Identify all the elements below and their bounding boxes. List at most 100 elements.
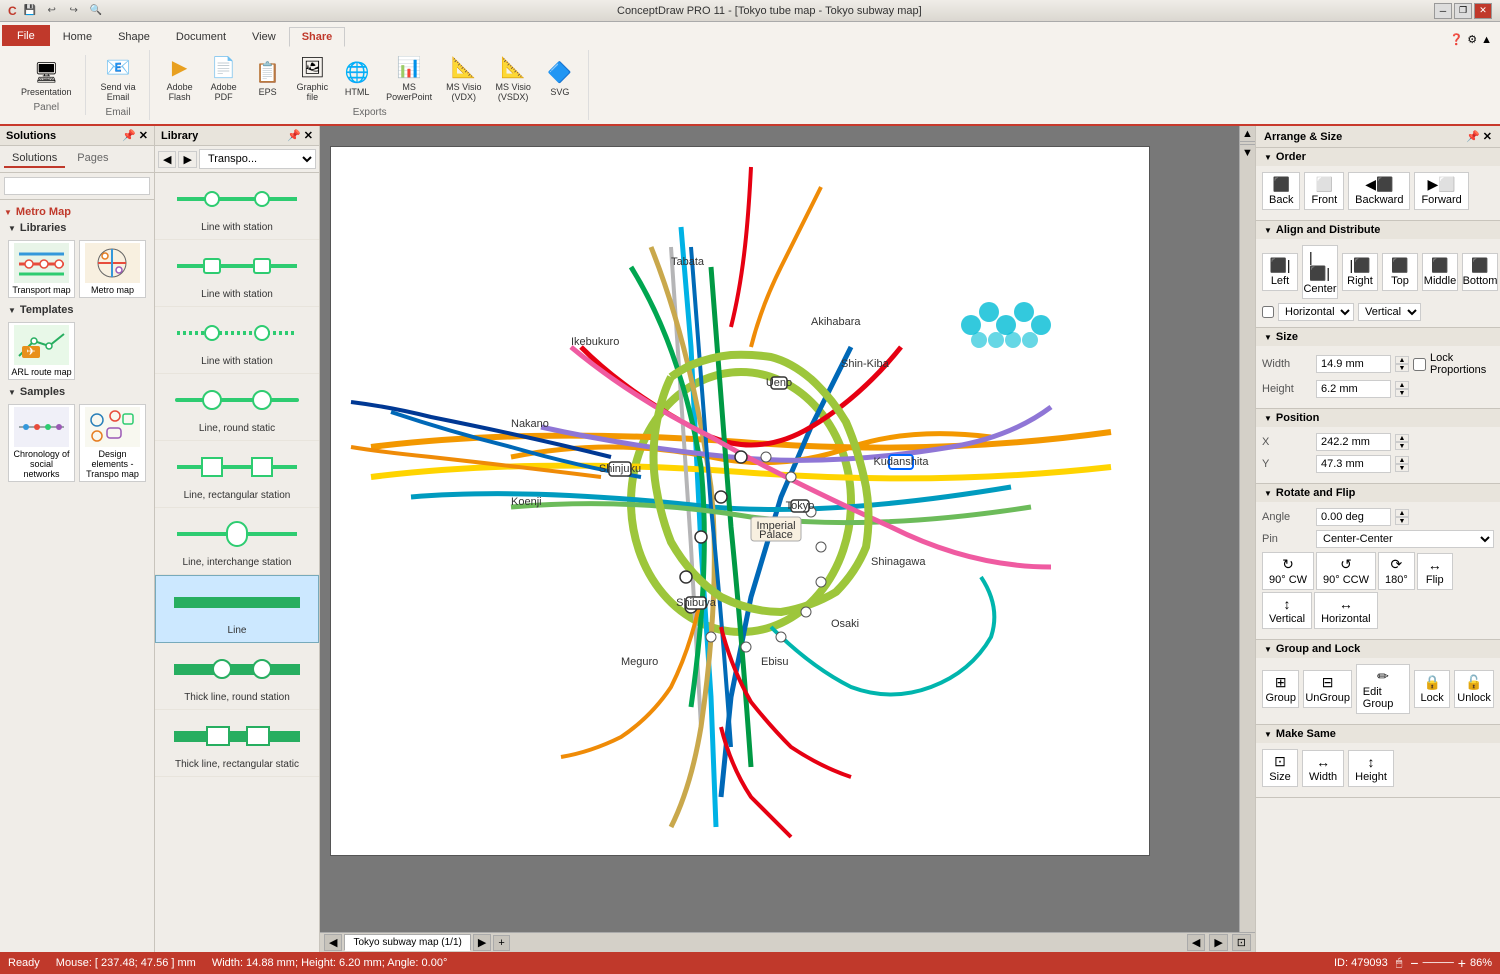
back-button[interactable]: ⬛ Back bbox=[1262, 172, 1300, 210]
width-decrement[interactable]: ▼ bbox=[1395, 364, 1409, 372]
align-left-button[interactable]: ⬛| Left bbox=[1262, 253, 1298, 291]
quick-search[interactable]: 🔍 bbox=[87, 2, 105, 20]
lib-back-button[interactable]: ◀ bbox=[158, 151, 176, 168]
eps-button[interactable]: 📋 EPS bbox=[248, 57, 288, 100]
width-increment[interactable]: ▲ bbox=[1395, 356, 1409, 364]
angle-increment[interactable]: ▲ bbox=[1395, 509, 1409, 517]
height-decrement[interactable]: ▼ bbox=[1395, 389, 1409, 397]
arrange-close-icon[interactable]: ✕ bbox=[1483, 131, 1492, 143]
libraries-subsection[interactable]: Libraries bbox=[4, 220, 150, 236]
front-button[interactable]: ⬜ Front bbox=[1304, 172, 1344, 210]
html-button[interactable]: 🌐 HTML bbox=[337, 57, 377, 100]
solutions-close-icon[interactable]: ✕ bbox=[139, 129, 148, 142]
flip-vertical-button[interactable]: ↕ Vertical bbox=[1262, 592, 1312, 629]
lib-item-line[interactable]: Line bbox=[155, 575, 319, 643]
rotate-90ccw-button[interactable]: ↺ 90° CCW bbox=[1316, 552, 1376, 590]
backward-button[interactable]: ◀⬛ Backward bbox=[1348, 172, 1410, 210]
align-center-button[interactable]: |⬛| Center bbox=[1302, 245, 1338, 299]
lib-item-line-station-1[interactable]: Line with station bbox=[155, 173, 319, 240]
canvas-fit[interactable]: ⊡ bbox=[1232, 934, 1251, 951]
canvas-scroll-left[interactable]: ◀ bbox=[1187, 934, 1205, 951]
metro-map-thumbnail[interactable]: Metro map bbox=[79, 240, 146, 298]
chronology-thumbnail[interactable]: Chronology of social networks bbox=[8, 404, 75, 482]
position-section-header[interactable]: Position bbox=[1256, 409, 1500, 427]
design-elements-thumbnail[interactable]: Design elements - Transpo map bbox=[79, 404, 146, 482]
align-right-button[interactable]: |⬛ Right bbox=[1342, 253, 1378, 291]
library-close-icon[interactable]: ✕ bbox=[304, 129, 313, 142]
lib-forward-button[interactable]: ▶ bbox=[178, 151, 196, 168]
flip-horizontal-button[interactable]: ↔ Horizontal bbox=[1314, 592, 1378, 629]
templates-subsection[interactable]: Templates bbox=[4, 302, 150, 318]
graphic-file-button[interactable]: 🖼 Graphicfile bbox=[292, 52, 334, 105]
x-decrement[interactable]: ▼ bbox=[1395, 442, 1409, 450]
svg-button[interactable]: 🔷 SVG bbox=[540, 57, 580, 100]
adobe-pdf-button[interactable]: 📄 AdobePDF bbox=[204, 52, 244, 105]
tab-solutions[interactable]: Solutions bbox=[4, 150, 65, 168]
align-vertical-dropdown[interactable]: Vertical bbox=[1358, 303, 1421, 321]
flip-button[interactable]: ↔ Flip bbox=[1417, 553, 1453, 590]
align-horizontal-dropdown[interactable]: Horizontal bbox=[1278, 303, 1354, 321]
lib-item-line-interchange[interactable]: Line, interchange station bbox=[155, 508, 319, 575]
tab-file[interactable]: File bbox=[2, 25, 50, 46]
x-input[interactable] bbox=[1316, 433, 1391, 451]
angle-input[interactable] bbox=[1316, 508, 1391, 526]
lib-item-thick-rect[interactable]: Thick line, rectangular static bbox=[155, 710, 319, 777]
lib-item-line-round[interactable]: Line, round static bbox=[155, 374, 319, 441]
close-button[interactable]: ✕ bbox=[1474, 3, 1492, 19]
canvas-scroll-right[interactable]: ▶ bbox=[1209, 934, 1227, 951]
lib-item-line-rect[interactable]: Line, rectangular station bbox=[155, 441, 319, 508]
quick-save[interactable]: 💾 bbox=[21, 2, 39, 20]
align-section-header[interactable]: Align and Distribute bbox=[1256, 221, 1500, 239]
page-add-button[interactable]: + bbox=[493, 935, 509, 951]
align-middle-button[interactable]: ⬛ Middle bbox=[1422, 253, 1458, 291]
minimize-button[interactable]: ─ bbox=[1434, 3, 1452, 19]
page-tab-1[interactable]: Tokyo subway map (1/1) bbox=[344, 934, 470, 951]
transport-map-thumbnail[interactable]: Transport map bbox=[8, 240, 75, 298]
zoom-in-button[interactable]: + bbox=[1458, 955, 1466, 971]
samples-subsection[interactable]: Samples bbox=[4, 384, 150, 400]
tab-share[interactable]: Share bbox=[289, 27, 346, 47]
edit-group-button[interactable]: ✏ Edit Group bbox=[1356, 664, 1410, 714]
ribbon-minimize-icon[interactable]: ▲ bbox=[1481, 34, 1492, 46]
ms-powerpoint-button[interactable]: 📊 MSPowerPoint bbox=[381, 52, 437, 105]
ms-visio-vsdx-button[interactable]: 📐 MS Visio(VSDX) bbox=[490, 52, 535, 105]
angle-decrement[interactable]: ▼ bbox=[1395, 517, 1409, 525]
rotate-section-header[interactable]: Rotate and Flip bbox=[1256, 484, 1500, 502]
zoom-out-button[interactable]: − bbox=[1410, 955, 1418, 971]
group-button[interactable]: ⊞ Group bbox=[1262, 670, 1299, 708]
adobe-flash-button[interactable]: ▶ AdobeFlash bbox=[160, 52, 200, 105]
rotate-180-button[interactable]: ⟳ 180° bbox=[1378, 552, 1415, 590]
quick-undo[interactable]: ↩ bbox=[43, 2, 61, 20]
group-lock-section-header[interactable]: Group and Lock bbox=[1256, 640, 1500, 658]
y-decrement[interactable]: ▼ bbox=[1395, 464, 1409, 472]
send-email-button[interactable]: 📧 Send viaEmail bbox=[96, 52, 141, 105]
canvas-container[interactable]: ▲ ▼ bbox=[320, 126, 1255, 932]
arl-route-thumbnail[interactable]: ✈ ARL route map bbox=[8, 322, 75, 380]
tab-shape[interactable]: Shape bbox=[105, 27, 163, 46]
restore-button[interactable]: ❐ bbox=[1454, 3, 1472, 19]
lock-button[interactable]: 🔒 Lock bbox=[1414, 670, 1450, 708]
scroll-up-button[interactable]: ▲ bbox=[1240, 126, 1255, 142]
rotate-90cw-button[interactable]: ↻ 90° CW bbox=[1262, 552, 1314, 590]
tab-pages[interactable]: Pages bbox=[69, 150, 116, 168]
make-same-height-button[interactable]: ↕ Height bbox=[1348, 750, 1394, 787]
y-input[interactable] bbox=[1316, 455, 1391, 473]
forward-button[interactable]: ▶⬜ Forward bbox=[1414, 172, 1468, 210]
solutions-search-input[interactable] bbox=[4, 177, 150, 195]
align-checkbox[interactable] bbox=[1262, 306, 1274, 318]
align-bottom-button[interactable]: ⬛ Bottom bbox=[1462, 253, 1498, 291]
quick-redo[interactable]: ↪ bbox=[65, 2, 83, 20]
zoom-slider[interactable]: ──── bbox=[1423, 957, 1454, 969]
page-prev-button[interactable]: ◀ bbox=[324, 934, 342, 951]
solutions-pin-icon[interactable]: 📌 bbox=[122, 129, 136, 142]
y-increment[interactable]: ▲ bbox=[1395, 456, 1409, 464]
height-increment[interactable]: ▲ bbox=[1395, 381, 1409, 389]
unlock-button[interactable]: 🔓 Unlock bbox=[1454, 670, 1494, 708]
tab-home[interactable]: Home bbox=[50, 27, 105, 46]
x-increment[interactable]: ▲ bbox=[1395, 434, 1409, 442]
lib-item-line-station-3[interactable]: Line with station bbox=[155, 307, 319, 374]
presentation-button[interactable]: 🖥 Presentation bbox=[16, 57, 77, 100]
lib-item-line-station-2[interactable]: Line with station bbox=[155, 240, 319, 307]
drawing-canvas[interactable]: Shinjuku Shibuya Tokyo Ueno Imperial Pal… bbox=[330, 146, 1150, 856]
pin-dropdown[interactable]: Center-Center bbox=[1316, 530, 1494, 548]
